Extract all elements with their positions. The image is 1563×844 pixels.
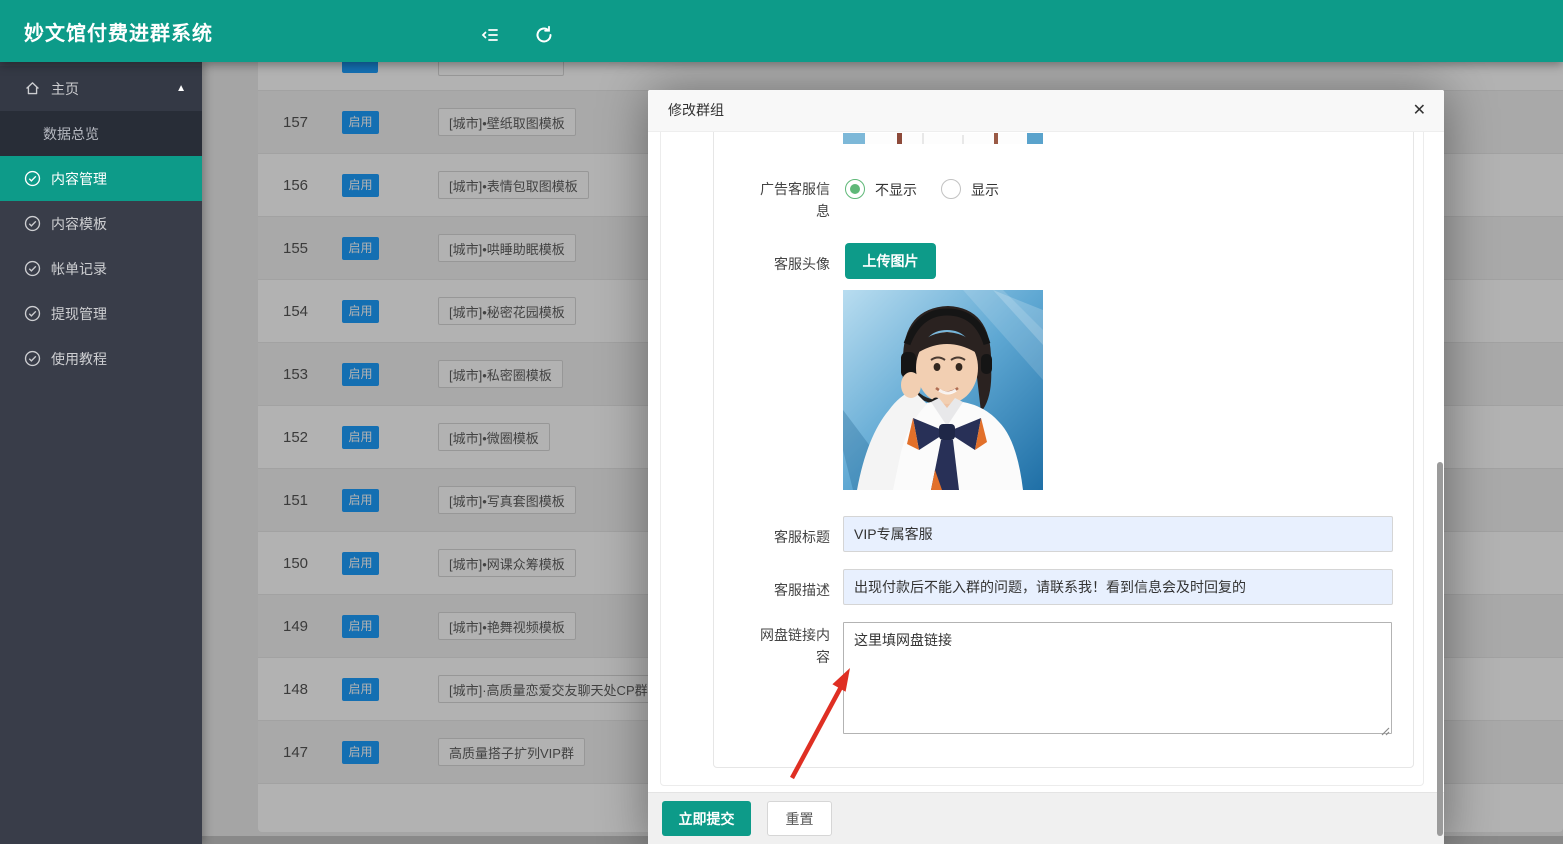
menu-collapse-icon[interactable] [479,24,501,46]
sidebar-item-tutorial[interactable]: 使用教程 [0,336,202,381]
check-circle-icon [24,170,41,187]
top-bar: 妙文馆付费进群系统 [0,0,1563,62]
customer-service-photo [843,290,1043,490]
service-desc-label: 客服描述 [754,579,830,601]
netdisk-label: 网盘链接内容 [754,624,830,668]
radio-show[interactable] [941,179,961,199]
refresh-icon[interactable] [533,24,555,46]
close-icon[interactable]: ✕ [1411,90,1428,132]
sidebar-item-data-overview[interactable]: 数据总览 [0,111,202,156]
service-title-input[interactable] [843,516,1393,552]
sidebar-item-content-template[interactable]: 内容模板 [0,201,202,246]
cropped-photo-sliver [843,132,1043,144]
modal-scrollbar-thumb[interactable] [1437,462,1443,836]
sidebar-item-withdraw-manage[interactable]: 提现管理 [0,291,202,336]
netdisk-textarea[interactable]: 这里填网盘链接 [843,622,1392,734]
modal-footer: 立即提交 重置 [648,792,1444,844]
app-screen: 157 启用 [城市]•壁纸取图模板 156 启用 [城市]•表情包取图模板 1… [0,0,1563,844]
check-circle-icon [24,350,41,367]
sidebar-item-label: 内容管理 [51,169,107,189]
sidebar-item-label: 主页 [51,79,79,99]
ad-service-label: 广告客服信息 [754,178,830,222]
chevron-up-icon: ▲ [176,83,186,94]
modal-header: 修改群组 ✕ [648,90,1444,132]
radio-show-label[interactable]: 显示 [971,180,999,200]
sidebar-item-label: 数据总览 [43,124,99,144]
radio-hide-label[interactable]: 不显示 [875,180,917,200]
edit-group-modal: 修改群组 ✕ 广告客服信息 不显示 显示 [648,90,1444,844]
check-circle-icon [24,305,41,322]
modal-title: 修改群组 [648,102,724,118]
sidebar-item-label: 使用教程 [51,349,107,369]
home-icon [24,80,41,97]
radio-hide[interactable] [845,179,865,199]
sidebar-item-label: 提现管理 [51,304,107,324]
service-title-label: 客服标题 [754,526,830,548]
modal-body: 广告客服信息 不显示 显示 客服头像 上传图片 [648,132,1444,792]
avatar-label: 客服头像 [754,253,830,275]
check-circle-icon [24,260,41,277]
upload-image-button[interactable]: 上传图片 [845,243,936,279]
textarea-resize-handle[interactable] [1381,723,1390,732]
submit-button[interactable]: 立即提交 [662,801,751,836]
sidebar: 主页 ▲ 数据总览 内容管理 内容模板 帐单记录 [0,62,202,844]
sidebar-item-label: 帐单记录 [51,259,107,279]
check-circle-icon [24,215,41,232]
sidebar-item-label: 内容模板 [51,214,107,234]
sidebar-item-home[interactable]: 主页 ▲ [0,66,202,111]
service-desc-input[interactable] [843,569,1393,605]
sidebar-item-content-manage[interactable]: 内容管理 [0,156,202,201]
sidebar-item-bill-records[interactable]: 帐单记录 [0,246,202,291]
reset-button[interactable]: 重置 [767,801,832,836]
app-title: 妙文馆付费进群系统 [0,17,213,46]
